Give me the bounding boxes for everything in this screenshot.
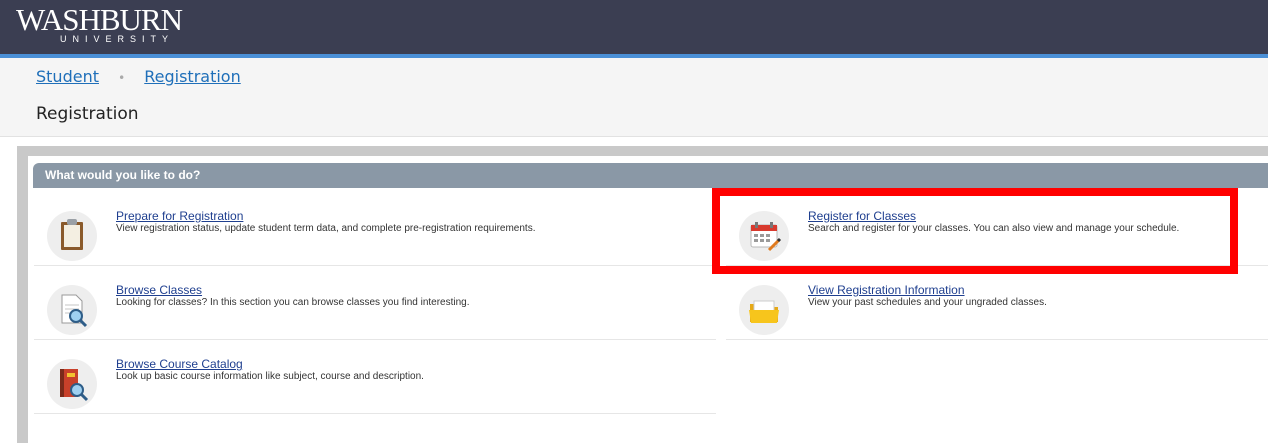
- view-registration-info-description: View your past schedules and your ungrad…: [808, 297, 1047, 308]
- breadcrumb-bar: Student • Registration Registration: [0, 58, 1268, 137]
- folder-icon: [749, 300, 779, 323]
- clipboard-icon: [61, 219, 83, 250]
- book-search-icon: [60, 369, 89, 402]
- panel-header: What would you like to do?: [33, 163, 1268, 188]
- icon-circle: [47, 359, 97, 409]
- browse-classes-description: Looking for classes? In this section you…: [116, 297, 470, 308]
- item-divider: [34, 413, 716, 414]
- browse-classes-link[interactable]: Browse Classes: [116, 283, 202, 297]
- icon-circle: [739, 285, 789, 335]
- icon-circle: [47, 285, 97, 335]
- list-item-browse-classes: Browse Classes Looking for classes? In t…: [34, 274, 716, 340]
- browse-course-catalog-description: Look up basic course information like su…: [116, 371, 424, 382]
- list-item-browse-course-catalog: Browse Course Catalog Look up basic cour…: [34, 348, 716, 414]
- browse-course-catalog-link[interactable]: Browse Course Catalog: [116, 357, 243, 371]
- prepare-registration-description: View registration status, update student…: [116, 223, 536, 234]
- page-title: Registration: [36, 104, 139, 124]
- prepare-registration-link[interactable]: Prepare for Registration: [116, 209, 243, 223]
- item-divider: [34, 339, 716, 340]
- list-item-prepare-registration: Prepare for Registration View registrati…: [34, 200, 716, 266]
- panel-header-title: What would you like to do?: [45, 168, 201, 182]
- breadcrumb-student-link[interactable]: Student: [36, 67, 99, 86]
- item-divider: [726, 339, 1268, 340]
- document-search-icon: [61, 294, 88, 328]
- view-registration-info-link[interactable]: View Registration Information: [808, 283, 965, 297]
- logo-wordmark: WASHBURN: [16, 2, 183, 37]
- icon-circle: [47, 211, 97, 261]
- item-divider: [34, 265, 716, 266]
- breadcrumb-separator: •: [118, 71, 126, 85]
- breadcrumb: Student • Registration: [36, 67, 241, 86]
- highlight-box: [712, 188, 1238, 274]
- washburn-logo[interactable]: WASHBURN UNIVERSITY: [16, 2, 183, 45]
- logo-subtitle: UNIVERSITY: [60, 34, 175, 44]
- breadcrumb-registration-link[interactable]: Registration: [144, 67, 240, 86]
- list-item-view-registration-info: View Registration Information View your …: [726, 274, 1268, 340]
- top-header-bar: WASHBURN UNIVERSITY: [0, 0, 1268, 54]
